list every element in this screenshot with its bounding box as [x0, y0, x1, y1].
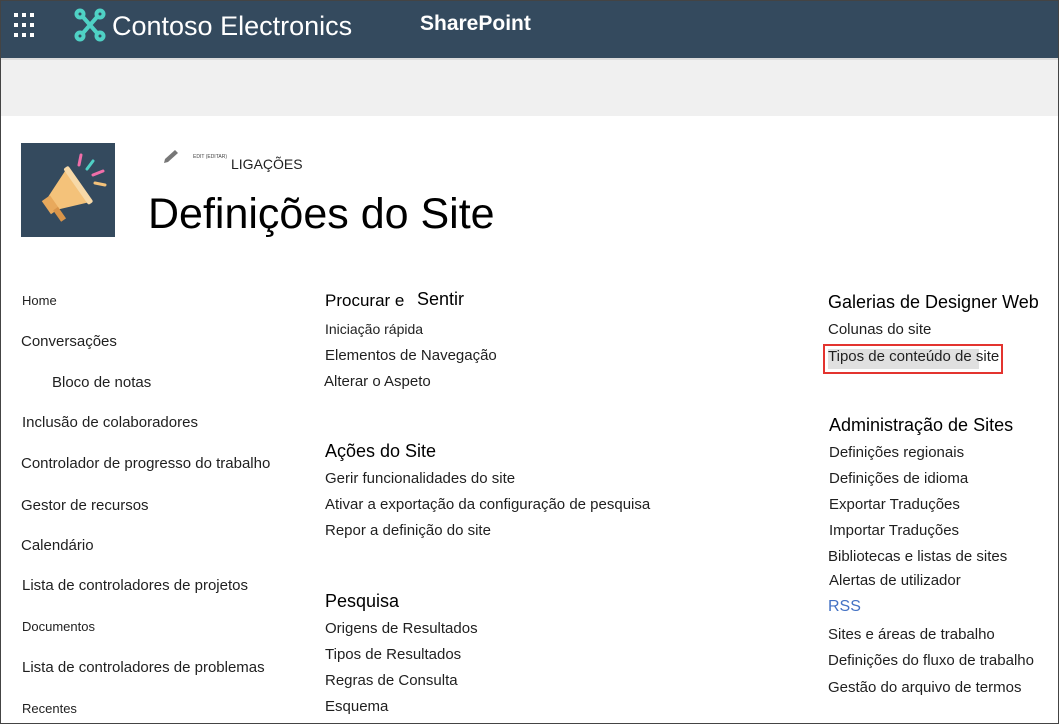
link-alterar-aspeto[interactable]: Alterar o Aspeto	[324, 373, 431, 390]
link-colunas-site[interactable]: Colunas do site	[828, 321, 931, 338]
section-heading-galerias: Galerias de Designer Web	[828, 292, 1039, 312]
link-ativar-exportacao[interactable]: Ativar a exportação da configuração de p…	[325, 496, 650, 513]
section-heading-acoes: Ações do Site	[325, 441, 437, 461]
callout-highlight-box	[823, 344, 1003, 374]
section-heading-pesquisa: Pesquisa	[325, 591, 400, 611]
nav-item-home[interactable]: Home	[22, 293, 57, 308]
link-definicoes-regionais[interactable]: Definições regionais	[829, 444, 964, 461]
link-gestao-arquivo-termos[interactable]: Gestão do arquivo de termos	[828, 679, 1021, 696]
link-elementos-navegacao[interactable]: Elementos de Navegação	[325, 347, 497, 364]
link-rss[interactable]: RSS	[828, 598, 861, 616]
site-logo-megaphone-icon[interactable]	[21, 143, 115, 237]
link-definicoes-fluxo[interactable]: Definições do fluxo de trabalho	[828, 652, 1034, 669]
app-launcher-waffle-icon[interactable]	[14, 13, 40, 39]
contoso-logo-icon[interactable]	[74, 8, 106, 42]
product-name[interactable]: SharePoint	[420, 12, 531, 36]
nav-item-bloco-de-notas[interactable]: Bloco de notas	[52, 374, 151, 391]
link-repor-definicao[interactable]: Repor a definição do site	[325, 522, 491, 539]
link-iniciacao-rapida[interactable]: Iniciação rápida	[325, 321, 423, 337]
link-gerir-funcionalidades[interactable]: Gerir funcionalidades do site	[325, 470, 515, 487]
page-title: Definições do Site	[148, 190, 495, 238]
section-heading-administracao: Administração de Sites	[829, 415, 1014, 435]
edit-links-label[interactable]: EDIT (EDITAR)	[193, 154, 227, 160]
command-band	[1, 58, 1058, 116]
suite-bar: Contoso Electronics SharePoint	[1, 1, 1058, 58]
link-alertas-utilizador[interactable]: Alertas de utilizador	[829, 572, 961, 589]
link-bibliotecas-listas[interactable]: Bibliotecas e listas de sites	[828, 548, 1007, 565]
brand-name[interactable]: Contoso Electronics	[112, 11, 352, 42]
links-label[interactable]: LIGAÇÕES	[231, 156, 303, 172]
nav-item-controlador-progresso[interactable]: Controlador de progresso do trabalho	[21, 455, 270, 472]
link-esquema[interactable]: Esquema	[325, 698, 388, 715]
section-heading-look-a: Procurar e	[325, 291, 405, 310]
nav-item-documentos[interactable]: Documentos	[22, 619, 95, 634]
edit-pencil-icon[interactable]	[161, 149, 181, 165]
link-regras-consulta[interactable]: Regras de Consulta	[325, 672, 458, 689]
link-origens-resultados[interactable]: Origens de Resultados	[325, 620, 478, 637]
link-tipos-resultados[interactable]: Tipos de Resultados	[325, 646, 461, 663]
nav-item-recentes[interactable]: Recentes	[22, 701, 77, 716]
nav-item-calendario[interactable]: Calendário	[21, 537, 94, 554]
link-exportar-traducoes[interactable]: Exportar Traduções	[829, 496, 960, 513]
link-definicoes-idioma[interactable]: Definições de idioma	[829, 470, 968, 487]
link-sites-areas-trabalho[interactable]: Sites e áreas de trabalho	[828, 626, 995, 643]
link-importar-traducoes[interactable]: Importar Traduções	[829, 522, 959, 539]
nav-item-inclusao-colaboradores[interactable]: Inclusão de colaboradores	[22, 414, 198, 431]
section-heading-look-b: Sentir	[417, 289, 465, 309]
nav-item-conversacoes[interactable]: Conversações	[21, 333, 117, 350]
nav-item-lista-problemas[interactable]: Lista de controladores de problemas	[22, 659, 265, 676]
nav-item-lista-projetos[interactable]: Lista de controladores de projetos	[22, 577, 248, 594]
nav-item-gestor-recursos[interactable]: Gestor de recursos	[21, 497, 149, 514]
